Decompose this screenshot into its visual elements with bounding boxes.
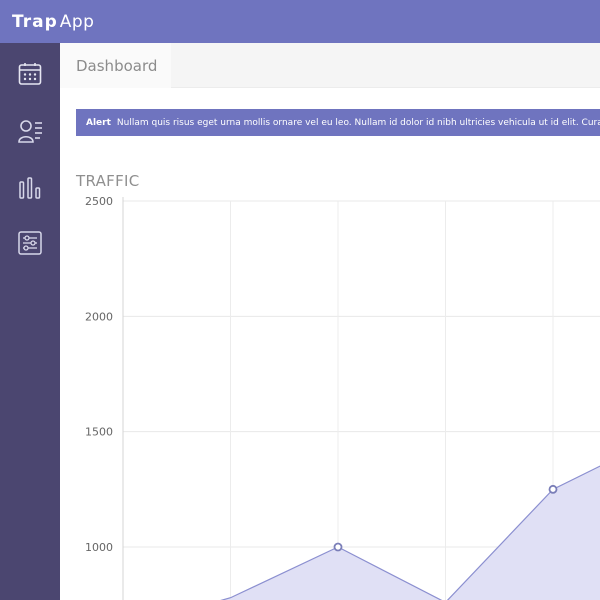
alert-label: Alert [86, 117, 111, 128]
sidebar-item-charts[interactable] [0, 160, 60, 216]
user-list-icon [18, 120, 42, 143]
tab-dashboard[interactable]: Dashboard [60, 43, 171, 88]
y-tick-label: 1500 [85, 426, 113, 439]
sliders-icon [18, 231, 42, 255]
top-bar: Trap App [0, 0, 600, 43]
y-tick-label: 2000 [85, 310, 113, 323]
data-point [333, 542, 343, 552]
traffic-area [222, 466, 600, 600]
alert-text: Nullam quis risus eget urna mollis ornar… [116, 117, 600, 128]
sidebar-item-calendar[interactable] [0, 46, 60, 102]
sidebar-item-settings[interactable] [0, 215, 60, 271]
traffic-chart: 2500 2000 1500 1000 [85, 195, 600, 600]
alert-banner: Alert Nullam quis risus eget urna mollis… [76, 109, 600, 136]
y-tick-label: 1000 [85, 541, 113, 554]
tab-strip: Dashboard [60, 43, 600, 88]
brand-name-bold: Trap [12, 11, 58, 32]
sidebar [0, 43, 60, 600]
sidebar-item-users[interactable] [0, 103, 60, 159]
data-point [548, 484, 558, 494]
brand-name-light: App [59, 11, 95, 32]
app-logo[interactable]: Trap App [12, 12, 94, 32]
y-tick-label: 2500 [85, 195, 113, 208]
calendar-icon [18, 63, 42, 85]
bar-chart-icon [19, 177, 41, 199]
